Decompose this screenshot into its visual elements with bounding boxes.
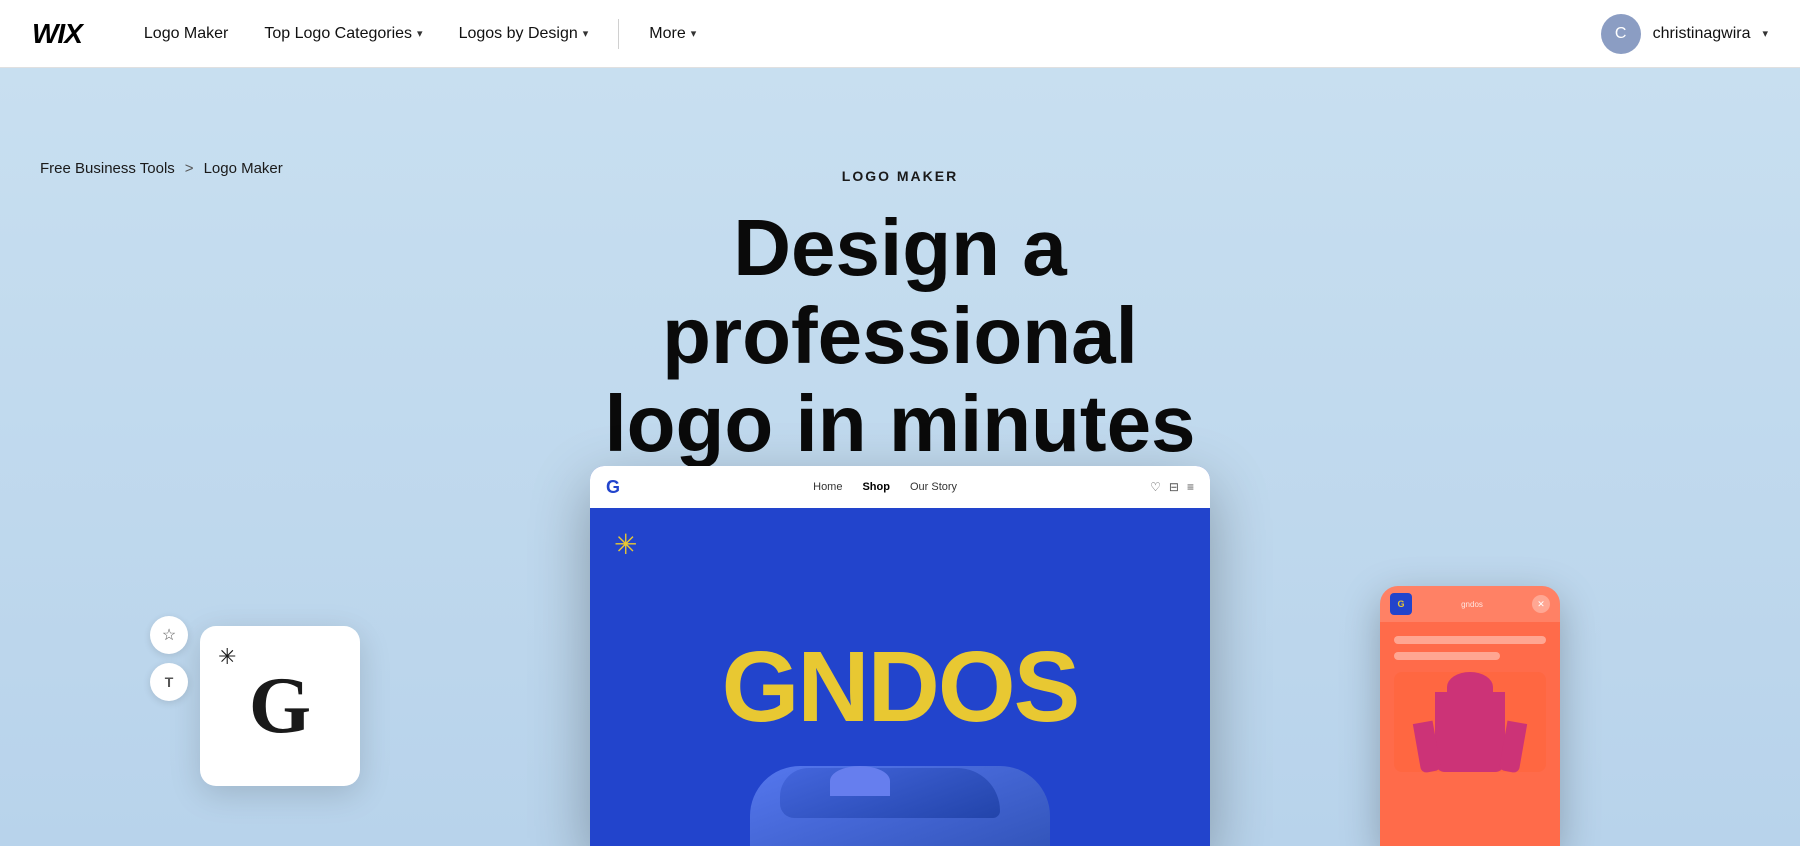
phone-mockup: G gndos ✕: [1380, 586, 1560, 846]
browser-body: ✳ GNDOS: [590, 508, 1210, 846]
nav-more-label: More: [649, 25, 685, 43]
phone-close-button[interactable]: ✕: [1532, 595, 1550, 613]
browser-nav-links: Home Shop Our Story: [640, 481, 1130, 493]
hero-title-line2: logo in minutes: [604, 379, 1195, 468]
avatar-initials: C: [1615, 25, 1627, 43]
bag-icon: ⊟: [1169, 480, 1179, 494]
browser-toolbar: G Home Shop Our Story ♡ ⊟ ≡: [590, 466, 1210, 508]
browser-icons: ♡ ⊟ ≡: [1150, 480, 1194, 494]
nav-top-categories-label: Top Logo Categories: [264, 25, 412, 43]
more-chevron-icon: ▾: [691, 27, 697, 40]
breadcrumb: Free Business Tools > Logo Maker: [40, 160, 283, 177]
logo-card-letter: G: [249, 666, 311, 746]
browser-nav-home: Home: [813, 481, 842, 493]
phone-body: [1380, 622, 1560, 786]
hero-section: Free Business Tools > Logo Maker LOGO MA…: [0, 68, 1800, 846]
nav-divider: [618, 19, 619, 49]
hero-title-line1: Design a professional: [662, 203, 1138, 380]
sunburst-icon: ✳: [218, 644, 236, 670]
breadcrumb-separator: >: [185, 160, 194, 177]
logo-card: ✳ G: [200, 626, 360, 786]
menu-icon: ≡: [1187, 480, 1194, 494]
hero-preview: ☆ T ✳ G G Home Shop Our Story ♡ ⊟ ≡: [400, 466, 1400, 846]
nav-logos-by-design-label: Logos by Design: [459, 25, 578, 43]
nav-links: Logo Maker Top Logo Categories ▾ Logos b…: [130, 17, 1601, 51]
breadcrumb-parent[interactable]: Free Business Tools: [40, 160, 175, 177]
type-button[interactable]: T: [150, 663, 188, 701]
logos-by-design-chevron-icon: ▾: [583, 27, 589, 40]
browser-brand-text: GNDOS: [722, 637, 1079, 737]
nav-logos-by-design[interactable]: Logos by Design ▾: [445, 17, 603, 51]
browser-nav-our-story: Our Story: [910, 481, 957, 493]
nav-logo-maker[interactable]: Logo Maker: [130, 17, 243, 51]
phone-text-line-2: [1394, 652, 1500, 660]
star-icon: ☆: [162, 625, 176, 645]
hoodie-image: [1435, 672, 1505, 772]
browser-sunburst-icon: ✳: [614, 528, 637, 561]
nav-top-categories[interactable]: Top Logo Categories ▾: [250, 17, 436, 51]
browser-nav-shop: Shop: [862, 481, 890, 493]
type-icon: T: [165, 674, 174, 690]
hero-eyebrow: LOGO MAKER: [842, 168, 958, 184]
heart-icon: ♡: [1150, 480, 1161, 494]
browser-mockup: G Home Shop Our Story ♡ ⊟ ≡ ✳ GNDOS: [590, 466, 1210, 846]
phone-logo-badge: G: [1390, 593, 1412, 615]
phone-image-block: [1394, 672, 1546, 772]
phone-header: G gndos ✕: [1380, 586, 1560, 622]
phone-text-line-1: [1394, 636, 1546, 644]
avatar[interactable]: C: [1601, 14, 1641, 54]
browser-brand-logo: G: [606, 477, 620, 498]
navbar: WIX Logo Maker Top Logo Categories ▾ Log…: [0, 0, 1800, 68]
nav-logo-maker-label: Logo Maker: [144, 25, 229, 43]
nav-more[interactable]: More ▾: [635, 17, 710, 51]
shoe-image: [750, 736, 1050, 846]
hero-title: Design a professional logo in minutes: [500, 204, 1300, 468]
wix-logo[interactable]: WIX: [32, 18, 82, 50]
user-chevron-icon[interactable]: ▾: [1762, 27, 1768, 40]
top-categories-chevron-icon: ▾: [417, 27, 423, 40]
phone-brand-name: gndos: [1461, 600, 1483, 609]
star-button[interactable]: ☆: [150, 616, 188, 654]
nav-right: C christinagwira ▾: [1601, 14, 1768, 54]
breadcrumb-current: Logo Maker: [204, 160, 283, 177]
username-label: christinagwira: [1653, 25, 1751, 43]
